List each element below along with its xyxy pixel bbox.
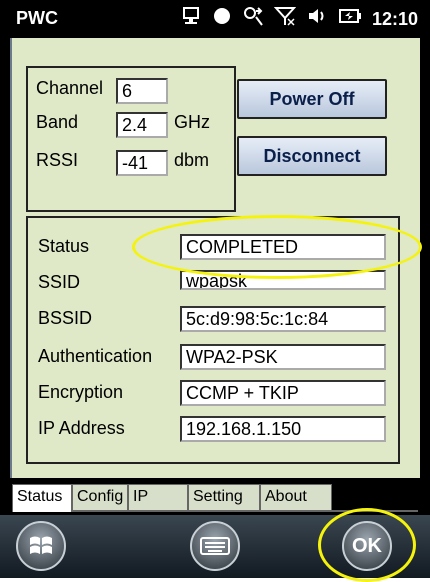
authentication-field: WPA2-PSK: [180, 344, 386, 370]
rssi-unit: dbm: [174, 150, 210, 170]
windows-start-icon[interactable]: [16, 521, 66, 571]
tab-ip[interactable]: IP: [128, 484, 188, 510]
ip-address-field: 192.168.1.150: [180, 416, 386, 442]
status-bar: PWC 12:10: [0, 0, 430, 38]
channel-label: Channel: [36, 78, 104, 98]
band-field: 2.4: [116, 112, 168, 138]
tab-strip: Status Config IP Setting About: [12, 484, 418, 512]
bssid-field: 5c:d9:98:5c:1c:84: [180, 306, 386, 332]
record-icon[interactable]: [212, 6, 232, 32]
disconnect-button[interactable]: Disconnect: [237, 136, 387, 176]
battery-icon[interactable]: [338, 5, 362, 33]
tab-strip-baseline: [12, 510, 418, 512]
ok-button[interactable]: OK: [342, 521, 392, 571]
device-screen: PWC 12:10 Channel 6 Band 2.4 GHz RSSI -4…: [0, 0, 430, 582]
ssid-label: SSID: [38, 272, 81, 292]
app-title: PWC: [16, 8, 58, 28]
power-off-button[interactable]: Power Off: [237, 79, 387, 119]
tab-status[interactable]: Status: [12, 484, 72, 512]
ssid-field: wpapsk: [180, 270, 386, 290]
volume-icon[interactable]: [306, 5, 328, 33]
connection-info-group: Status COMPLETED SSID wpapsk BSSID 5c:d9…: [26, 216, 400, 464]
band-unit: GHz: [174, 112, 210, 132]
radio-info-group: Channel 6 Band 2.4 GHz RSSI -41 dbm: [26, 66, 236, 212]
encryption-field: CCMP + TKIP: [180, 380, 386, 406]
soft-key-bar: OK: [0, 515, 430, 578]
bssid-label: BSSID: [38, 308, 93, 328]
tab-setting[interactable]: Setting: [188, 484, 260, 510]
keyboard-icon[interactable]: [190, 521, 240, 571]
network-icon[interactable]: [242, 5, 264, 33]
rssi-label: RSSI: [36, 150, 79, 170]
status-field: COMPLETED: [180, 234, 386, 260]
encryption-label: Encryption: [38, 382, 124, 402]
status-icons: 12:10: [180, 5, 418, 33]
ip-address-label: IP Address: [38, 418, 125, 438]
signal-off-icon[interactable]: [273, 5, 297, 33]
content-panel: Channel 6 Band 2.4 GHz RSSI -41 dbm Powe…: [10, 38, 420, 478]
authentication-label: Authentication: [38, 346, 153, 366]
status-label: Status: [38, 236, 90, 256]
clock[interactable]: 12:10: [372, 9, 418, 30]
band-label: Band: [36, 112, 79, 132]
channel-field: 6: [116, 78, 168, 104]
tab-config[interactable]: Config: [72, 484, 128, 510]
tab-about[interactable]: About: [260, 484, 332, 510]
connection-icon[interactable]: [180, 5, 202, 33]
rssi-field: -41: [116, 150, 168, 176]
